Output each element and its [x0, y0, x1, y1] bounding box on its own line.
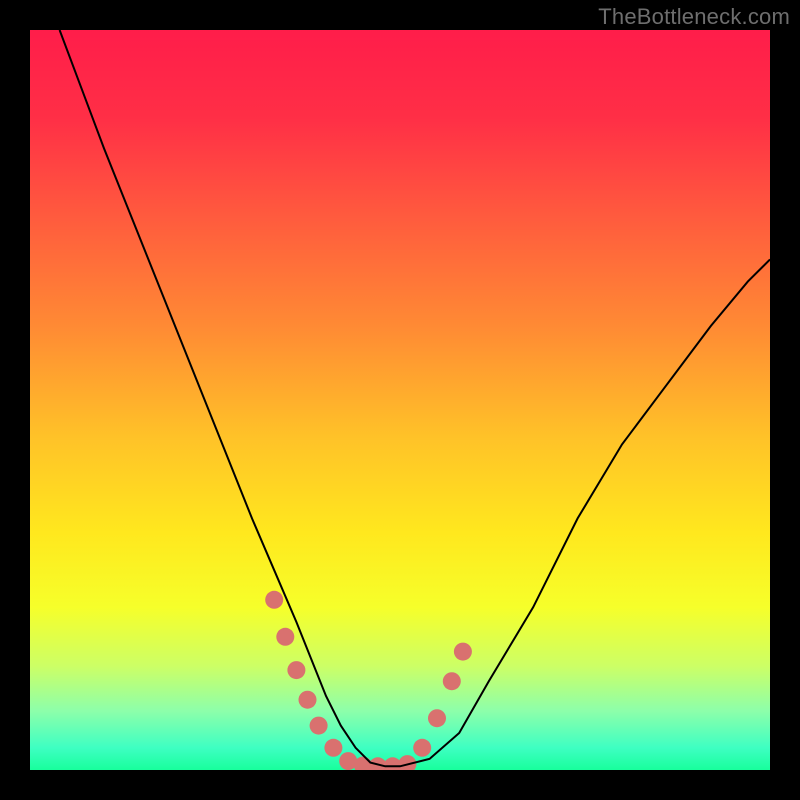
- chart-svg: [30, 30, 770, 770]
- watermark-text: TheBottleneck.com: [598, 4, 790, 30]
- bottleneck-curve: [60, 30, 770, 766]
- highlight-marker: [276, 628, 294, 646]
- marker-group: [265, 591, 472, 770]
- plot-area: [30, 30, 770, 770]
- highlight-marker: [299, 691, 317, 709]
- highlight-marker: [428, 709, 446, 727]
- chart-frame: TheBottleneck.com: [0, 0, 800, 800]
- highlight-marker: [454, 643, 472, 661]
- highlight-marker: [324, 739, 342, 757]
- highlight-marker: [287, 661, 305, 679]
- highlight-marker: [265, 591, 283, 609]
- highlight-marker: [443, 672, 461, 690]
- highlight-marker: [413, 739, 431, 757]
- highlight-marker: [310, 717, 328, 735]
